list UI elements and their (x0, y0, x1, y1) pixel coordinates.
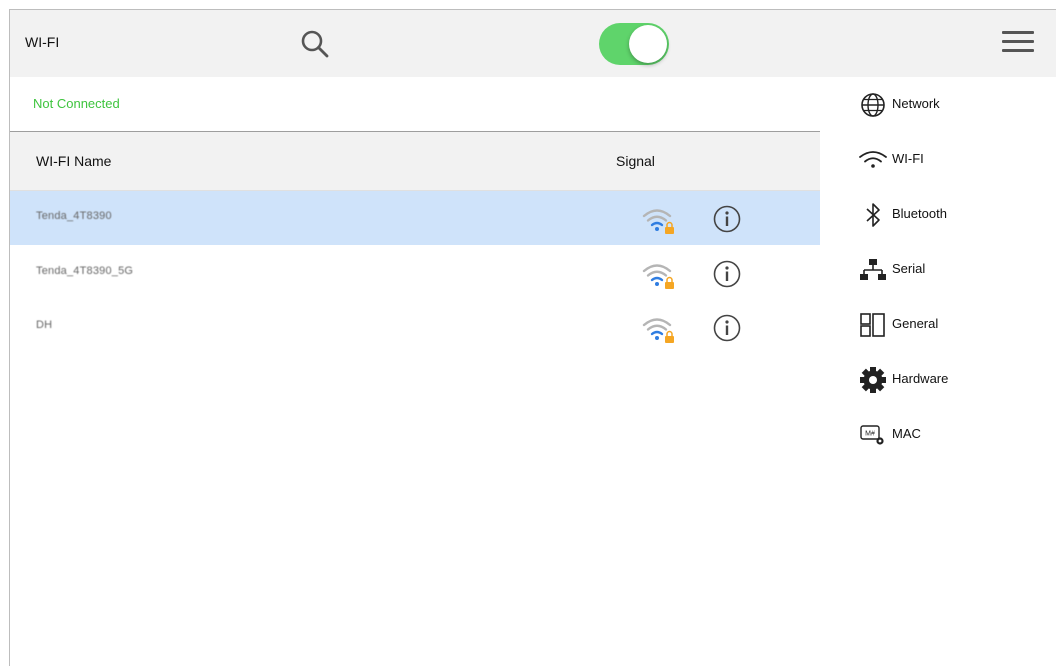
network-name: Tenda_4T8390_5G (36, 265, 134, 277)
wifi-icon (859, 151, 887, 168)
network-name: DH (36, 319, 53, 331)
sidebar-item-hardware[interactable]: Hardware (848, 362, 1048, 394)
sidebar-item-label: Bluetooth (892, 206, 947, 221)
menu-bar (1002, 40, 1034, 43)
menu-button[interactable] (1002, 31, 1034, 59)
sidebar-item-label: General (892, 316, 939, 331)
search-button[interactable] (298, 27, 332, 61)
sidebar-item-label: Network (892, 96, 940, 111)
sidebar-item-bluetooth[interactable]: Bluetooth (848, 197, 1048, 229)
network-row[interactable]: Tenda_4T8390 (10, 191, 820, 245)
wifi-lock-icon (642, 209, 674, 234)
bluetooth-icon (866, 203, 880, 227)
wifi-lock-icon (642, 264, 674, 289)
sidebar-item-wifi[interactable]: WI-FI (848, 142, 1048, 174)
svg-text:M#: M# (865, 431, 875, 438)
network-row[interactable]: DH (10, 300, 820, 354)
list-header: WI-FI Name Signal (10, 132, 820, 191)
app-window: WI-FI Not Connected WI-FI Name Signal Te… (9, 9, 1056, 666)
info-icon[interactable] (712, 313, 742, 343)
mac-icon: M# (860, 425, 884, 445)
serial-icon (860, 259, 886, 280)
wifi-toggle[interactable] (599, 23, 669, 65)
search-icon (301, 30, 329, 58)
globe-icon (861, 93, 885, 117)
sidebar-item-general[interactable]: General (848, 307, 1048, 339)
sidebar-item-label: WI-FI (892, 151, 924, 166)
sidebar-item-serial[interactable]: Serial (848, 252, 1048, 284)
general-icon (860, 313, 885, 337)
toggle-knob (629, 25, 667, 63)
sidebar-item-label: Hardware (892, 371, 949, 386)
info-icon[interactable] (712, 204, 742, 234)
wifi-lock-icon (642, 318, 674, 343)
sidebar-item-network[interactable]: Network (848, 87, 1048, 119)
page-title: WI-FI (25, 34, 60, 50)
network-row[interactable]: Tenda_4T8390_5G (10, 246, 820, 300)
column-header-signal: Signal (616, 153, 655, 169)
sidebar-item-label: MAC (892, 426, 921, 441)
menu-bar (1002, 49, 1034, 52)
gear-icon (860, 367, 886, 393)
info-icon[interactable] (712, 259, 742, 289)
network-name: Tenda_4T8390 (36, 210, 112, 222)
top-bar: WI-FI (10, 10, 1056, 77)
menu-bar (1002, 31, 1034, 34)
column-header-name: WI-FI Name (36, 153, 112, 169)
connection-status: Not Connected (33, 96, 120, 111)
sidebar-item-mac[interactable]: M# MAC (848, 417, 1048, 449)
sidebar-item-label: Serial (892, 261, 926, 276)
